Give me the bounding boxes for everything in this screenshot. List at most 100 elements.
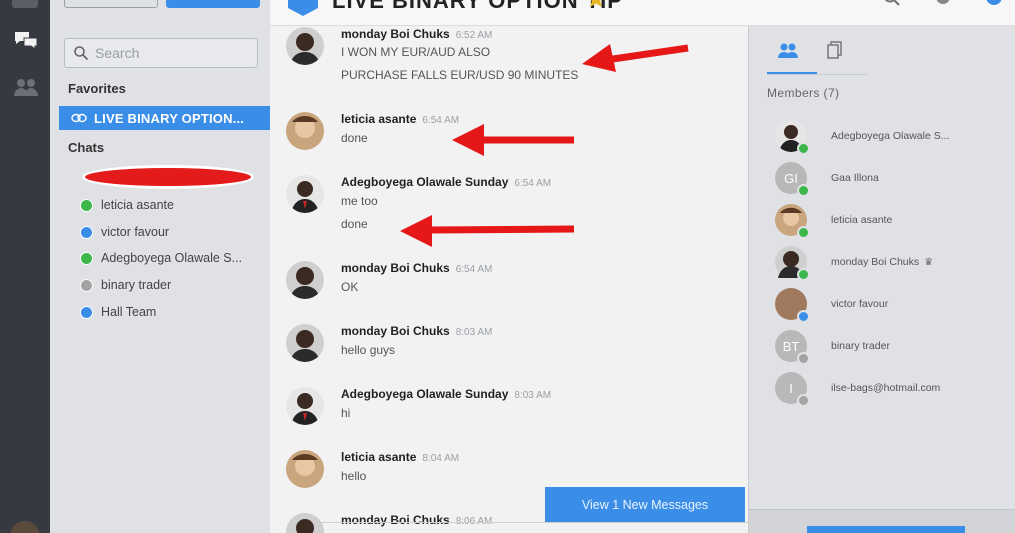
- message-time: 8:03 AM: [455, 327, 493, 338]
- message-text: OK: [341, 280, 359, 294]
- member-item[interactable]: leticia asante: [775, 203, 893, 239]
- online-status-icon: [797, 184, 810, 197]
- chat-item-label: victor favour: [101, 225, 170, 239]
- avatar[interactable]: [286, 387, 324, 425]
- online-status-icon: [80, 198, 93, 212]
- contacts-icon[interactable]: [13, 76, 39, 98]
- favorites-title: Favorites: [68, 81, 126, 96]
- avatar[interactable]: [286, 324, 324, 362]
- offline-status-icon: [797, 394, 810, 407]
- chat-item-adegboyega[interactable]: Adegboyega Olawale S...: [80, 248, 242, 268]
- settings-gear-icon[interactable]: [933, 0, 953, 8]
- member-item[interactable]: victor favour: [775, 287, 889, 323]
- members-title: Members (7): [767, 86, 840, 100]
- view-new-messages-button[interactable]: View 1 New Messages: [545, 487, 745, 523]
- members-panel: Members (7) Adegboyega Olawale S... GI G…: [748, 26, 1015, 533]
- avatar: [775, 246, 810, 281]
- chat-item-hall-team[interactable]: Hall Team: [80, 302, 156, 322]
- user-avatar[interactable]: [10, 521, 40, 533]
- message-time: 6:54 AM: [514, 178, 552, 189]
- member-name: Gaa Illona: [831, 172, 879, 184]
- chats-icon[interactable]: [13, 30, 39, 52]
- avatar: [775, 288, 810, 323]
- chat-title: LIVE BINARY OPTION TIP: [332, 0, 623, 13]
- apps-icon[interactable]: [12, 0, 38, 8]
- favorite-star-icon[interactable]: [586, 0, 606, 8]
- search-placeholder: Search: [95, 45, 140, 61]
- chat-item-label: Adegboyega Olawale S...: [101, 251, 243, 265]
- tab-files[interactable]: [821, 36, 865, 74]
- mobile-status-icon: [80, 225, 93, 239]
- message-text: hello guys: [341, 343, 396, 357]
- member-name: monday Boi Chuks: [831, 256, 920, 268]
- annotation-arrow-icon: [400, 215, 575, 247]
- mobile-status-icon: [80, 305, 93, 319]
- app-rail: [0, 0, 50, 533]
- message-author[interactable]: leticia asante 8:04 AM: [341, 450, 459, 464]
- offline-status-icon: [797, 352, 810, 365]
- avatar[interactable]: [286, 112, 324, 150]
- avatar: I: [775, 372, 810, 407]
- chat-item-label: leticia asante: [101, 198, 174, 212]
- member-item[interactable]: I ilse-bags@hotmail.com: [775, 371, 941, 407]
- message-author[interactable]: monday Boi Chuks 6:54 AM: [341, 261, 492, 275]
- message-author[interactable]: monday Boi Chuks8:06 AM: [341, 513, 492, 527]
- sidebar-top-primary-button[interactable]: [166, 0, 260, 8]
- panel-footer: [749, 509, 1015, 533]
- member-item[interactable]: monday Boi Chuks ♛: [775, 245, 933, 281]
- add-members-button[interactable]: [807, 526, 965, 533]
- message-author[interactable]: monday Boi Chuks 6:52 AM: [341, 27, 492, 41]
- message-author[interactable]: monday Boi Chuks 8:03 AM: [341, 324, 492, 338]
- member-item[interactable]: Adegboyega Olawale S...: [775, 119, 950, 155]
- tab-members[interactable]: [767, 36, 817, 74]
- chat-header: LIVE BINARY OPTION TIP: [270, 0, 1015, 26]
- info-icon[interactable]: [984, 0, 1004, 8]
- message-author[interactable]: Adegboyega Olawale Sunday 8:03 AM: [341, 387, 551, 401]
- online-status-icon: [797, 142, 810, 155]
- message-input[interactable]: [318, 522, 748, 523]
- redacted-chat-item[interactable]: [80, 163, 256, 191]
- files-icon: [827, 41, 842, 59]
- member-name: leticia asante: [831, 214, 893, 226]
- chat-item-binary-trader[interactable]: binary trader: [80, 275, 171, 295]
- avatar[interactable]: [286, 450, 324, 488]
- message-time: 6:54 AM: [455, 264, 493, 275]
- avatar: BT: [775, 330, 810, 365]
- favorite-item-label: LIVE BINARY OPTION...: [94, 110, 245, 126]
- message-time: 8:04 AM: [422, 453, 460, 464]
- online-status-icon: [80, 251, 93, 265]
- group-link-icon: [71, 113, 87, 123]
- message-text: I WON MY EUR/AUD ALSO: [341, 45, 491, 59]
- message-time: 8:03 AM: [514, 390, 552, 401]
- search-icon[interactable]: [882, 0, 902, 8]
- message-text: hi: [341, 406, 351, 420]
- message-author[interactable]: Adegboyega Olawale Sunday 6:54 AM: [341, 175, 551, 189]
- chat-item-leticia[interactable]: leticia asante: [80, 195, 174, 215]
- search-icon: [74, 46, 89, 61]
- chat-item-label: binary trader: [101, 278, 172, 292]
- member-name: victor favour: [831, 298, 889, 310]
- member-item[interactable]: BT binary trader: [775, 329, 890, 365]
- offline-status-icon: [80, 278, 93, 292]
- tab-divider: [767, 74, 867, 75]
- favorite-item-live-binary[interactable]: LIVE BINARY OPTION...: [59, 106, 270, 130]
- search-input[interactable]: Search: [64, 38, 258, 68]
- group-logo-icon: [288, 0, 318, 16]
- avatar: [775, 204, 810, 239]
- avatar[interactable]: [286, 261, 324, 299]
- chat-item-victor[interactable]: victor favour: [80, 222, 169, 242]
- member-name: Adegboyega Olawale S...: [831, 130, 950, 142]
- people-icon: [778, 43, 798, 58]
- avatar: [775, 120, 810, 155]
- avatar[interactable]: [286, 175, 324, 213]
- chats-title: Chats: [68, 140, 105, 155]
- message-text: hello: [341, 469, 367, 483]
- member-item[interactable]: GI Gaa Illona: [775, 161, 879, 197]
- avatar[interactable]: [286, 27, 324, 65]
- sidebar: Search Favorites LIVE BINARY OPTION... C…: [50, 0, 270, 533]
- sidebar-top-button[interactable]: [64, 0, 158, 8]
- message-text: done: [341, 131, 368, 145]
- message-author[interactable]: leticia asante 6:54 AM: [341, 112, 459, 126]
- annotation-arrow-icon: [452, 124, 574, 156]
- member-name: ilse-bags@hotmail.com: [831, 382, 941, 394]
